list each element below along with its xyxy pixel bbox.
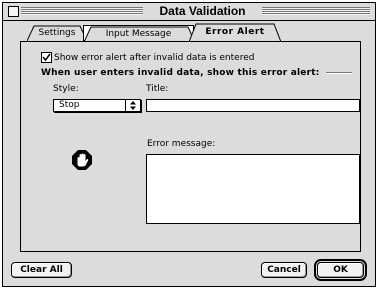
error-message-input[interactable] (146, 154, 360, 224)
title-stripes-right (262, 7, 370, 15)
window-title: Data Validation (143, 4, 262, 18)
ok-button[interactable]: OK (317, 262, 364, 278)
show-error-alert-row[interactable]: Show error alert after invalid data is e… (41, 52, 254, 63)
error-message-label: Error message: (147, 139, 216, 149)
section-heading-text: When user enters invalid data, show this… (41, 68, 320, 78)
title-stripes-left (21, 7, 143, 15)
show-error-alert-label: Show error alert after invalid data is e… (54, 52, 255, 63)
cancel-button[interactable]: Cancel (261, 262, 307, 278)
updown-arrows-glyph (130, 101, 136, 110)
section-divider (325, 72, 352, 74)
clear-all-button[interactable]: Clear All (11, 262, 72, 278)
stop-hand-icon (72, 150, 92, 170)
style-select[interactable]: Stop (53, 99, 141, 112)
style-label: Style: (53, 84, 79, 94)
title-label: Title: (146, 84, 169, 94)
style-select-value: Stop (59, 100, 80, 110)
updown-arrows-icon (125, 100, 140, 111)
checkmark-icon (42, 53, 51, 62)
tab-settings-label: Settings (38, 28, 76, 38)
tab-bar: Settings Input Message Error Alert (23, 23, 283, 42)
tab-input-message[interactable]: Input Message (83, 25, 195, 42)
close-box[interactable] (8, 6, 19, 17)
title-bar[interactable]: Data Validation (3, 3, 375, 21)
error-alert-panel: Show error alert after invalid data is e… (20, 41, 361, 252)
data-validation-dialog: Data Validation Settings Input Message E… (2, 2, 376, 287)
tab-input-message-label: Input Message (105, 29, 172, 39)
tab-error-alert[interactable]: Error Alert (189, 23, 281, 42)
tab-error-alert-label: Error Alert (205, 27, 265, 37)
tab-settings[interactable]: Settings (27, 25, 87, 41)
show-error-alert-checkbox[interactable] (41, 52, 52, 63)
title-input[interactable] (146, 99, 360, 112)
section-heading: When user enters invalid data, show this… (41, 67, 352, 79)
